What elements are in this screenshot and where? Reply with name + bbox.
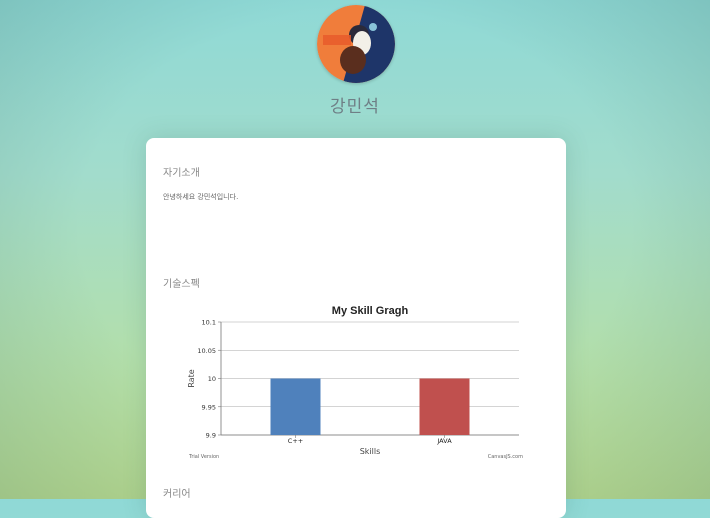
skills-section-title: 기술스펙 (163, 279, 200, 290)
y-tick-label: 9.9 (206, 432, 216, 440)
y-tick-label: 10.05 (197, 347, 216, 355)
intro-section-title: 자기소개 (163, 168, 200, 179)
y-tick-label: 9.95 (202, 403, 216, 411)
career-section-title: 커리어 (163, 489, 191, 500)
skill-chart: My Skill Gragh 9.9 9.95 10 10.05 10.1 C++ JAVA S… (181, 298, 531, 463)
y-tick-label: 10.1 (202, 319, 216, 327)
chart-watermark-right: CanvasJS.com (488, 454, 523, 460)
x-tick-label: JAVA (436, 437, 452, 445)
x-axis-label: Skills (360, 447, 381, 456)
profile-name: 강민석 (330, 97, 380, 117)
profile-avatar (317, 5, 395, 83)
profile-card: 자기소개 안녕하세요 강민석입니다. 기술스펙 My Skill Gragh 9.… (146, 138, 566, 518)
skill-chart-svg: My Skill Gragh 9.9 9.95 10 10.05 10.1 C++ JAVA S… (187, 305, 523, 460)
x-tick-label: C++ (288, 437, 303, 445)
y-axis-label: Rate (187, 369, 196, 387)
chart-watermark-left: Trial Version (188, 454, 219, 460)
intro-text: 안녕하세요 강민석입니다. (163, 193, 239, 201)
chart-title: My Skill Gragh (332, 305, 409, 317)
y-tick-label: 10 (208, 375, 216, 383)
bar-c (270, 378, 321, 435)
bar-java (419, 378, 470, 435)
